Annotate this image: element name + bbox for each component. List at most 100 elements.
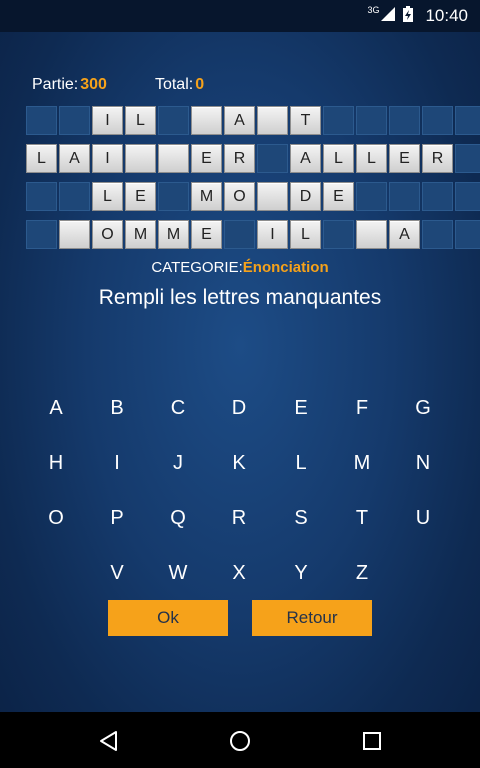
empty-slot xyxy=(455,220,480,249)
score-row: Partie: 300 Total: 0 xyxy=(32,76,204,94)
letter-tile: R xyxy=(224,144,255,173)
letter-tile: I xyxy=(92,106,123,135)
board-row: LEMODE xyxy=(26,182,480,211)
total-value: 0 xyxy=(195,76,205,93)
key-g[interactable]: G xyxy=(403,390,443,426)
key-b[interactable]: B xyxy=(97,390,137,426)
signal-icon xyxy=(381,6,396,26)
letter-tile: M xyxy=(158,220,189,249)
key-l[interactable]: L xyxy=(281,445,321,481)
partie-value: 300 xyxy=(80,76,107,93)
empty-slot xyxy=(422,220,453,249)
empty-slot xyxy=(158,182,189,211)
key-q[interactable]: Q xyxy=(158,500,198,536)
board-row: OMMEILA xyxy=(26,220,480,249)
key-y[interactable]: Y xyxy=(281,555,321,591)
letter-tile: A xyxy=(59,144,90,173)
letter-tile: I xyxy=(92,144,123,173)
navigation-bar xyxy=(0,712,480,768)
key-c[interactable]: C xyxy=(158,390,198,426)
key-d[interactable]: D xyxy=(219,390,259,426)
status-bar: 3G 10:40 xyxy=(0,0,480,32)
key-u[interactable]: U xyxy=(403,500,443,536)
board-row: IL A T xyxy=(26,106,480,135)
empty-slot xyxy=(224,220,255,249)
letter-tile: E xyxy=(191,144,222,173)
letter-tile: L xyxy=(323,144,354,173)
partie-label: Partie: xyxy=(32,76,79,93)
key-f[interactable]: F xyxy=(342,390,382,426)
empty-slot xyxy=(257,144,288,173)
letter-tile: R xyxy=(422,144,453,173)
letter-tile: M xyxy=(191,182,222,211)
total-label: Total: xyxy=(154,76,194,93)
category-label: CATEGORIE: xyxy=(151,259,243,276)
ok-button[interactable]: Ok xyxy=(108,600,228,636)
blank-tile[interactable] xyxy=(191,106,222,135)
letter-tile: L xyxy=(26,144,57,173)
letter-tile: L xyxy=(290,220,321,249)
category-value: Énonciation xyxy=(242,259,329,276)
key-z[interactable]: Z xyxy=(342,555,382,591)
category-line: CATEGORIE:Énonciation xyxy=(0,259,480,276)
key-h[interactable]: H xyxy=(36,445,76,481)
battery-icon xyxy=(403,5,414,27)
empty-slot xyxy=(323,106,354,135)
key-a[interactable]: A xyxy=(36,390,76,426)
recents-nav-icon[interactable] xyxy=(357,726,387,756)
back-nav-icon[interactable] xyxy=(94,726,124,756)
empty-slot xyxy=(389,106,420,135)
blank-tile[interactable] xyxy=(257,182,288,211)
letter-tile: E xyxy=(191,220,222,249)
key-v[interactable]: V xyxy=(97,555,137,591)
empty-slot xyxy=(422,106,453,135)
empty-slot xyxy=(356,182,387,211)
letter-tile: O xyxy=(92,220,123,249)
empty-slot xyxy=(26,106,57,135)
blank-tile[interactable] xyxy=(257,106,288,135)
key-p[interactable]: P xyxy=(97,500,137,536)
key-k[interactable]: K xyxy=(219,445,259,481)
empty-slot xyxy=(26,182,57,211)
key-x[interactable]: X xyxy=(219,555,259,591)
home-nav-icon[interactable] xyxy=(225,726,255,756)
empty-slot xyxy=(59,182,90,211)
letter-tile: A xyxy=(389,220,420,249)
key-i[interactable]: I xyxy=(97,445,137,481)
letter-tile: O xyxy=(224,182,255,211)
key-e[interactable]: E xyxy=(281,390,321,426)
key-m[interactable]: M xyxy=(342,445,382,481)
empty-slot xyxy=(422,182,453,211)
key-n[interactable]: N xyxy=(403,445,443,481)
key-w[interactable]: W xyxy=(158,555,198,591)
letter-tile: I xyxy=(257,220,288,249)
letter-tile: E xyxy=(323,182,354,211)
letter-tile: E xyxy=(389,144,420,173)
blank-tile[interactable] xyxy=(356,220,387,249)
board-row: LAIERALLER xyxy=(26,144,480,173)
empty-slot xyxy=(59,106,90,135)
back-button[interactable]: Retour xyxy=(252,600,372,636)
letter-tile: L xyxy=(125,106,156,135)
key-t[interactable]: T xyxy=(342,500,382,536)
letter-tile: L xyxy=(356,144,387,173)
empty-slot xyxy=(356,106,387,135)
empty-slot xyxy=(455,144,480,173)
letter-tile: A xyxy=(290,144,321,173)
letter-tile: M xyxy=(125,220,156,249)
key-j[interactable]: J xyxy=(158,445,198,481)
blank-tile[interactable] xyxy=(158,144,189,173)
key-r[interactable]: R xyxy=(219,500,259,536)
letter-tile: E xyxy=(125,182,156,211)
blank-tile[interactable] xyxy=(125,144,156,173)
network-type: 3G xyxy=(367,5,380,15)
clock: 10:40 xyxy=(425,6,468,25)
letter-tile: D xyxy=(290,182,321,211)
key-s[interactable]: S xyxy=(281,500,321,536)
empty-slot xyxy=(26,220,57,249)
key-o[interactable]: O xyxy=(36,500,76,536)
letter-tile: T xyxy=(290,106,321,135)
blank-tile[interactable] xyxy=(59,220,90,249)
empty-slot xyxy=(323,220,354,249)
instruction-text: Rempli les lettres manquantes xyxy=(98,286,382,309)
